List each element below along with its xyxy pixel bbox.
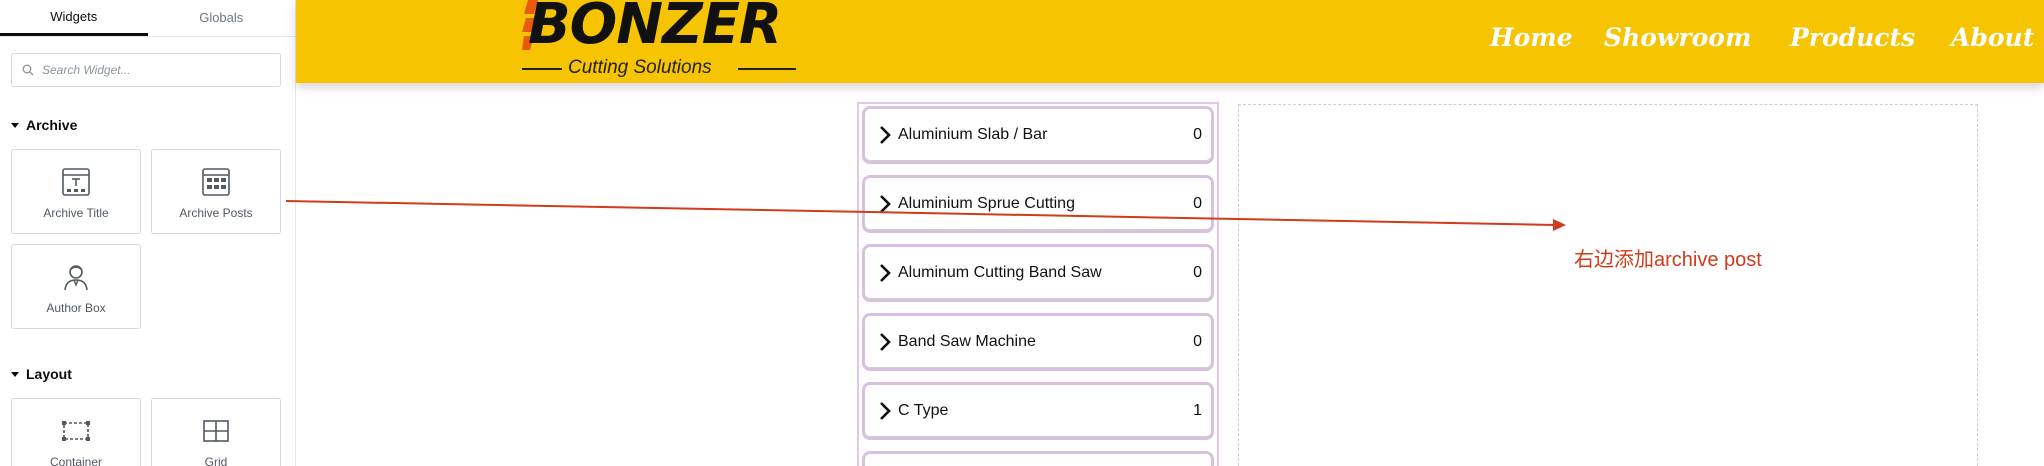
widget-archive-posts[interactable]: Archive Posts — [151, 149, 281, 234]
category-count: 0 — [1193, 126, 1202, 143]
panel-tabs: Widgets Globals — [0, 0, 295, 37]
widget-label: Archive Posts — [179, 206, 253, 220]
archive-posts-icon — [202, 168, 230, 196]
category-name: Aluminium Slab / Bar — [898, 126, 1048, 143]
widget-container[interactable]: Container — [11, 398, 141, 466]
section-archive[interactable]: Archive — [11, 117, 77, 133]
nav-home[interactable]: Home — [1490, 23, 1573, 52]
tab-widgets[interactable]: Widgets — [0, 0, 148, 36]
widget-grid[interactable]: Grid — [151, 398, 281, 466]
widget-label: Container — [49, 455, 103, 466]
section-archive-title: Archive — [26, 117, 78, 133]
category-item[interactable]: Aluminium Slab / Bar 0 — [862, 106, 1214, 164]
widget-label: Author Box — [46, 301, 106, 315]
author-box-icon — [64, 265, 88, 291]
category-count: 0 — [1193, 264, 1202, 281]
widget-archive-title[interactable]: Archive Title — [11, 149, 141, 234]
category-count: 0 — [1193, 195, 1202, 212]
category-item[interactable]: Aluminum Cutting Band Saw 0 — [862, 244, 1214, 302]
widget-author-box[interactable]: Author Box — [11, 244, 141, 329]
caret-down-icon — [11, 371, 19, 377]
container-icon — [62, 421, 90, 441]
widget-label: Archive Title — [43, 206, 109, 220]
grid-icon — [203, 420, 229, 442]
category-item[interactable]: Aluminium Sprue Cutting 0 — [862, 175, 1214, 233]
empty-drop-area[interactable] — [1238, 104, 1978, 466]
chevron-right-icon — [880, 264, 891, 282]
section-layout-title: Layout — [26, 366, 72, 382]
category-item[interactable]: C Type 1 — [862, 382, 1214, 440]
chevron-right-icon — [880, 126, 891, 144]
chevron-right-icon — [880, 195, 891, 213]
nav-products[interactable]: Products — [1790, 23, 1915, 52]
category-count: 1 — [1193, 402, 1202, 419]
section-layout[interactable]: Layout — [11, 366, 72, 382]
category-count: 0 — [1193, 333, 1202, 350]
widget-panel: Widgets Globals Archive — [0, 0, 296, 466]
site-logo[interactable]: BONZER Cutting Solutions — [522, 0, 802, 83]
search-input[interactable] — [42, 63, 262, 77]
caret-down-icon — [11, 122, 19, 128]
annotation-text: 右边添加archive post — [1574, 249, 1762, 271]
nav-showroom[interactable]: Showroom — [1604, 23, 1751, 52]
widget-label: Grid — [204, 455, 228, 466]
search-icon — [22, 64, 34, 76]
logo-tagline: Cutting Solutions — [568, 57, 712, 78]
nav-about[interactable]: About — [1951, 23, 2034, 52]
archive-title-icon — [62, 168, 90, 196]
category-name: C Type — [898, 402, 949, 419]
tab-globals[interactable]: Globals — [148, 0, 296, 36]
category-list: Aluminium Slab / Bar 0 Aluminium Sprue C… — [857, 102, 1219, 466]
search-box[interactable] — [11, 53, 281, 87]
logo-rule-right — [738, 68, 796, 70]
logo-rule-left — [522, 68, 562, 70]
category-name: Aluminum Cutting Band Saw — [898, 264, 1102, 281]
category-item-partial[interactable] — [862, 451, 1214, 466]
category-name: Band Saw Machine — [898, 333, 1036, 350]
logo-wordmark: BONZER — [528, 0, 782, 57]
chevron-right-icon — [880, 402, 891, 420]
category-item[interactable]: Band Saw Machine 0 — [862, 313, 1214, 371]
chevron-right-icon — [880, 333, 891, 351]
site-header: BONZER Cutting Solutions Home Showroom P… — [296, 0, 2044, 83]
category-name: Aluminium Sprue Cutting — [898, 195, 1075, 212]
